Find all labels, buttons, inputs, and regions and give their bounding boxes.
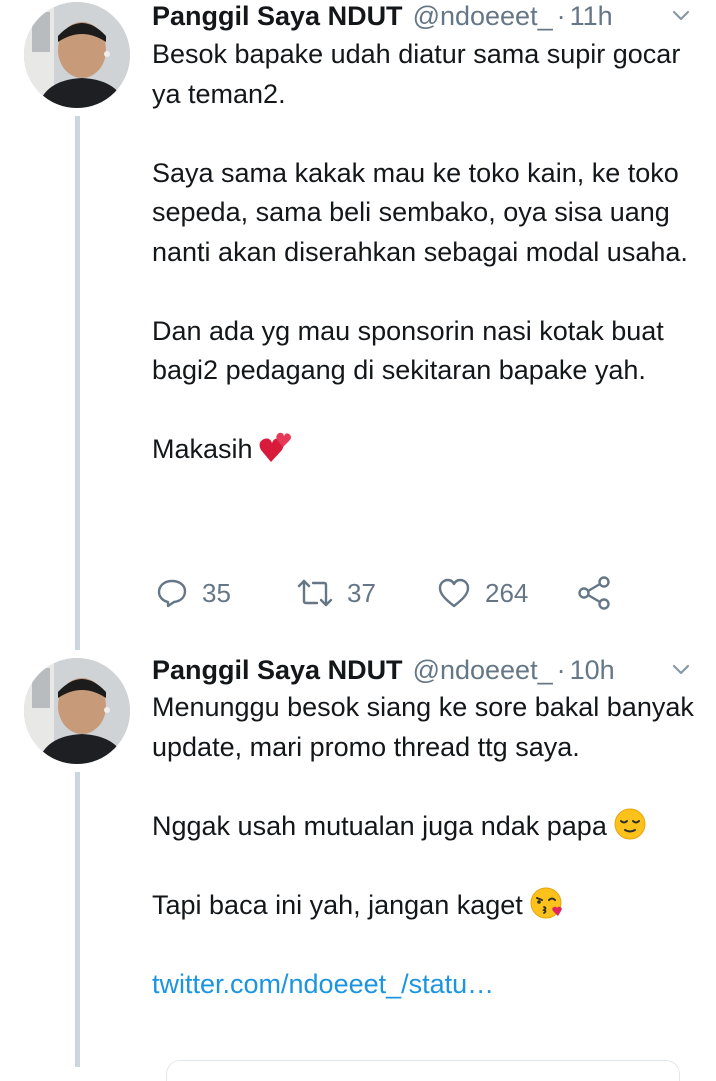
reply-count: 35 [202, 577, 231, 608]
tweet-text: Besok bapake udah diatur sama supir goca… [152, 35, 697, 470]
timestamp[interactable]: 11h [570, 0, 613, 34]
two-hearts-icon [259, 432, 291, 462]
like-count: 264 [485, 577, 529, 608]
separator-dot: · [556, 1, 566, 31]
tweet-paragraph-last: Makasih [152, 430, 697, 470]
profile-photo-icon [24, 658, 130, 764]
author-handle[interactable]: @ndoeeet_ [413, 652, 553, 688]
chevron-down-icon[interactable] [668, 656, 694, 682]
reply-button[interactable]: 35 [156, 573, 231, 613]
tweet-paragraph-emoji: Tapi baca ini yah, jangan kaget [152, 886, 697, 926]
author-name[interactable]: Panggil Saya NDUT [152, 0, 403, 34]
chevron-down-icon[interactable] [668, 2, 694, 28]
relieved-face-icon [614, 808, 646, 839]
profile-photo-icon [24, 2, 130, 108]
tweet-paragraph: Besok bapake udah diatur sama supir goca… [152, 39, 681, 109]
tweet-header: Panggil Saya NDUT @ndoeeet_ · 10h [152, 652, 696, 688]
tweet-link[interactable]: twitter.com/ndoeeet_/statu… [152, 965, 697, 1005]
tweet-1[interactable]: Panggil Saya NDUT @ndoeeet_ · 11h Besok … [0, 0, 716, 650]
thread-line [75, 116, 80, 650]
thanks-text: Makasih [152, 434, 253, 464]
tweet-2[interactable]: Panggil Saya NDUT @ndoeeet_ · 10h Menung… [0, 650, 716, 1067]
retweet-button[interactable]: 37 [297, 573, 376, 613]
tweet-sentence: Nggak usah mutualan juga ndak papa [152, 810, 607, 841]
link-text[interactable]: twitter.com/ndoeeet_/statu… [152, 969, 494, 999]
author-handle[interactable]: @ndoeeet_ [413, 0, 553, 34]
tweet-sentence: Tapi baca ini yah, jangan kaget [152, 889, 523, 920]
tweet-text: Menunggu besok siang ke sore bakal banya… [152, 688, 697, 1004]
tweet-paragraph-emoji: Nggak usah mutualan juga ndak papa [152, 807, 697, 847]
reply-icon [157, 579, 187, 608]
heart-icon [438, 578, 470, 608]
tweet-paragraph: Menunggu besok siang ke sore bakal banya… [152, 692, 694, 762]
tweet-actions: 35 37 264 [152, 573, 622, 613]
link-card[interactable] [166, 1060, 680, 1081]
share-button[interactable] [578, 573, 626, 613]
timestamp[interactable]: 10h [570, 652, 615, 688]
share-icon [578, 576, 610, 610]
like-button[interactable]: 264 [437, 573, 528, 613]
kissing-face-heart-icon [530, 887, 562, 918]
avatar[interactable] [24, 2, 130, 108]
avatar[interactable] [24, 658, 130, 764]
separator-dot: · [556, 655, 566, 685]
retweet-icon [297, 579, 333, 607]
tweet-paragraph: Saya sama kakak mau ke toko kain, ke tok… [152, 157, 688, 267]
thread-line [75, 772, 80, 1067]
tweet-header: Panggil Saya NDUT @ndoeeet_ · 11h [152, 0, 696, 34]
tweet-paragraph: Dan ada yg mau sponsorin nasi kotak buat… [152, 315, 664, 386]
retweet-count: 37 [347, 577, 376, 608]
author-name[interactable]: Panggil Saya NDUT [152, 652, 403, 688]
